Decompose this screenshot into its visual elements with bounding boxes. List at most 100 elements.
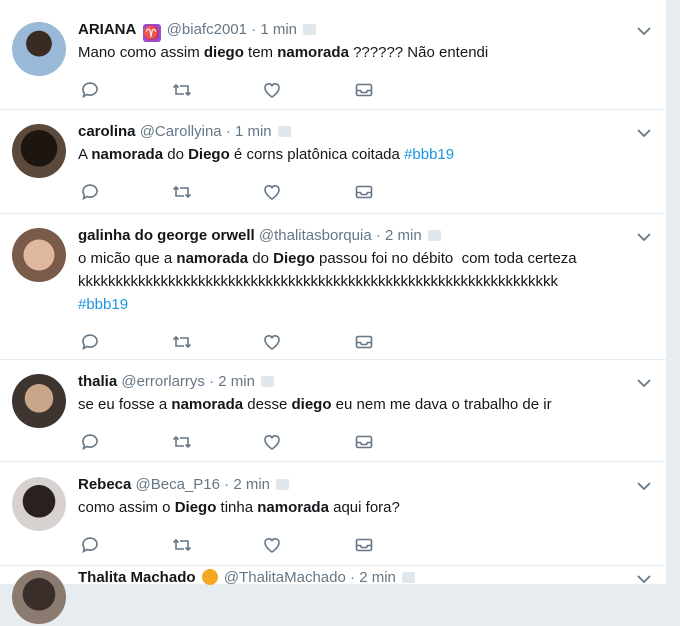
tweet-header: thalia @errorlarrys · 2 min [78, 373, 274, 391]
text-segment: é corns platônica coitada [229, 146, 405, 163]
user-handle[interactable]: @ThalitaMachado [224, 569, 346, 586]
tweet-text: A namorada do Diego é corns platônica co… [78, 143, 638, 166]
tweet-item[interactable]: Thalita Machado @ThalitaMachado · 2 min [0, 566, 666, 626]
separator-dot: · [225, 123, 231, 140]
heart-icon[interactable] [262, 432, 282, 452]
text-segment: ?????? Não entendi [348, 44, 489, 61]
timestamp[interactable]: 1 min [260, 21, 297, 38]
separator-dot: · [209, 373, 215, 390]
protected-badge-icon [303, 24, 316, 35]
text-segment: tem [243, 44, 278, 61]
text-segment: tinha [216, 499, 258, 516]
envelope-icon[interactable] [354, 182, 374, 202]
timestamp[interactable]: 2 min [218, 373, 255, 390]
tweet-item[interactable]: Rebeca @Beca_P16 · 2 min como assim o Die… [0, 462, 666, 566]
tweet-actions [78, 535, 398, 555]
tweet-item[interactable]: thalia @errorlarrys · 2 min se eu fosse a… [0, 360, 666, 462]
avatar[interactable] [12, 124, 66, 178]
avatar[interactable] [12, 570, 66, 624]
protected-badge-icon [276, 479, 290, 490]
text-segment: como assim o [78, 499, 175, 516]
tweet-header: galinha do george orwell @thalitasborqui… [78, 227, 441, 245]
text-segment: Mano como assim [78, 44, 204, 61]
reply-icon[interactable] [80, 80, 100, 100]
text-segment: desse [243, 396, 292, 413]
highlighted-keyword: Diego [273, 250, 315, 267]
heart-icon[interactable] [262, 80, 282, 100]
text-segment: do [163, 146, 189, 163]
timestamp[interactable]: 2 min [233, 476, 270, 493]
timestamp[interactable]: 2 min [385, 227, 422, 244]
retweet-icon[interactable] [172, 432, 192, 452]
display-name[interactable]: Rebeca [78, 476, 131, 493]
avatar[interactable] [12, 374, 66, 428]
hashtag-link[interactable]: #bbb19 [78, 296, 128, 313]
retweet-icon[interactable] [172, 332, 192, 352]
sunflower-emoji-icon [201, 569, 218, 585]
tweet-header: Thalita Machado @ThalitaMachado · 2 min [78, 569, 415, 587]
timestamp[interactable]: 1 min [235, 123, 272, 140]
envelope-icon[interactable] [354, 80, 374, 100]
tweet-item[interactable]: galinha do george orwell @thalitasborqui… [0, 214, 666, 360]
user-handle[interactable]: @biafc2001 [167, 21, 247, 38]
avatar[interactable] [12, 22, 66, 76]
tweet-item[interactable]: ARIANA ♈ @biafc2001 · 1 min Mano como ass… [0, 0, 666, 110]
reply-icon[interactable] [80, 182, 100, 202]
envelope-icon[interactable] [354, 432, 374, 452]
highlighted-keyword: Diego [174, 499, 217, 516]
user-handle[interactable]: @Carollyina [140, 123, 222, 140]
hashtag-link[interactable]: #bbb19 [404, 146, 454, 163]
tweet-actions [78, 432, 398, 452]
envelope-icon[interactable] [354, 535, 374, 555]
user-handle[interactable]: @thalitasborquia [259, 227, 372, 244]
highlighted-keyword: namorada [176, 250, 249, 267]
protected-badge-icon [427, 230, 441, 241]
tweet-text: como assim o Diego tinha namorada aqui f… [78, 496, 638, 519]
tweet-actions [78, 332, 398, 352]
chevron-down-icon[interactable] [636, 230, 652, 242]
tweet-header: carolina @Carollyina · 1 min [78, 123, 291, 141]
display-name[interactable]: Thalita Machado [78, 569, 196, 586]
text-segment: A [78, 146, 92, 163]
reply-icon[interactable] [80, 432, 100, 452]
chevron-down-icon[interactable] [636, 479, 652, 491]
text-segment: o micão que a [78, 250, 177, 267]
tweet-text: se eu fosse a namorada desse diego eu ne… [78, 393, 638, 416]
timestamp[interactable]: 2 min [359, 569, 396, 586]
reply-icon[interactable] [80, 332, 100, 352]
heart-icon[interactable] [262, 332, 282, 352]
highlighted-keyword: namorada [171, 396, 244, 413]
tweet-item[interactable]: carolina @Carollyina · 1 min A namorada d… [0, 110, 666, 214]
chevron-down-icon[interactable] [636, 572, 652, 584]
text-segment: eu nem me dava o trabalho de ir [331, 396, 552, 413]
envelope-icon[interactable] [354, 332, 374, 352]
highlighted-keyword: Diego [188, 146, 230, 163]
retweet-icon[interactable] [172, 535, 192, 555]
tweet-text: Mano como assim diego tem namorada ?????… [78, 41, 638, 64]
reply-icon[interactable] [80, 535, 100, 555]
avatar[interactable] [12, 477, 66, 531]
tweet-actions [78, 80, 398, 100]
highlighted-keyword: namorada [277, 44, 349, 61]
retweet-icon[interactable] [172, 182, 192, 202]
display-name[interactable]: galinha do george orwell [78, 227, 255, 244]
avatar[interactable] [12, 228, 66, 282]
retweet-icon[interactable] [172, 80, 192, 100]
chevron-down-icon[interactable] [636, 24, 652, 36]
heart-icon[interactable] [262, 182, 282, 202]
display-name[interactable]: thalia [78, 373, 117, 390]
heart-icon[interactable] [262, 535, 282, 555]
display-name[interactable]: carolina [78, 123, 136, 140]
aries-emoji-icon: ♈ [142, 24, 161, 42]
user-handle[interactable]: @Beca_P16 [136, 476, 220, 493]
protected-badge-icon [260, 376, 274, 387]
text-segment: aqui fora? [328, 499, 400, 516]
protected-badge-icon [401, 572, 415, 583]
tweet-actions [78, 182, 398, 202]
user-handle[interactable]: @errorlarrys [121, 373, 205, 390]
tweet-text: o micão que a namorada do Diego passou f… [78, 247, 638, 316]
display-name[interactable]: ARIANA [78, 21, 136, 38]
chevron-down-icon[interactable] [636, 126, 652, 138]
highlighted-keyword: diego [203, 44, 244, 61]
chevron-down-icon[interactable] [636, 376, 652, 388]
